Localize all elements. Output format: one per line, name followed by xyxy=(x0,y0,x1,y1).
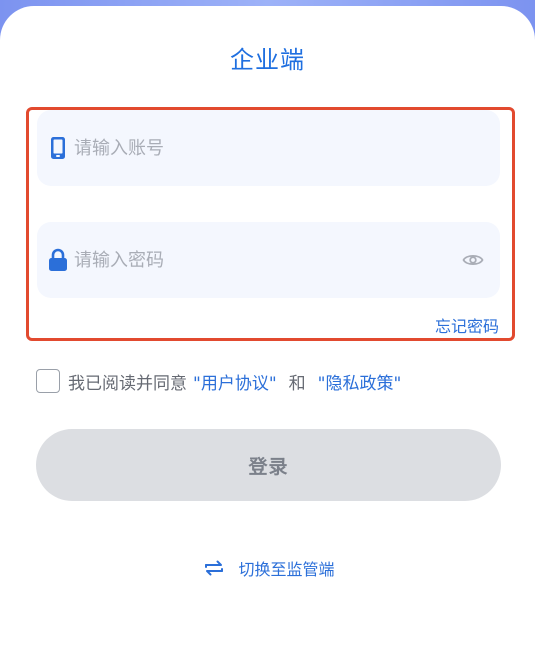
agreement-row: 我已阅读并同意 "用户协议" 和 "隐私政策" xyxy=(36,368,407,394)
password-field[interactable] xyxy=(37,222,500,298)
switch-role-label: 切换至监管端 xyxy=(238,560,335,579)
user-agreement-link[interactable]: "用户协议" xyxy=(193,369,277,394)
agreement-prefix: 我已阅读并同意 xyxy=(68,373,187,394)
forgot-password-link[interactable]: 忘记密码 xyxy=(435,313,499,337)
eye-icon[interactable] xyxy=(461,248,485,272)
phone-icon xyxy=(48,135,68,161)
account-input[interactable] xyxy=(74,128,500,168)
switch-role-button[interactable]: 切换至监管端 xyxy=(0,554,535,582)
account-field[interactable] xyxy=(37,110,500,186)
swap-arrows-icon xyxy=(205,560,224,576)
page-title: 企业端 xyxy=(230,46,305,74)
login-button[interactable]: 登录 xyxy=(36,429,501,501)
agreement-and: 和 xyxy=(288,373,306,394)
agreement-checkbox[interactable] xyxy=(36,369,60,393)
password-input[interactable] xyxy=(74,240,461,280)
privacy-policy-link[interactable]: "隐私政策" xyxy=(318,369,402,394)
lock-icon xyxy=(48,247,68,273)
